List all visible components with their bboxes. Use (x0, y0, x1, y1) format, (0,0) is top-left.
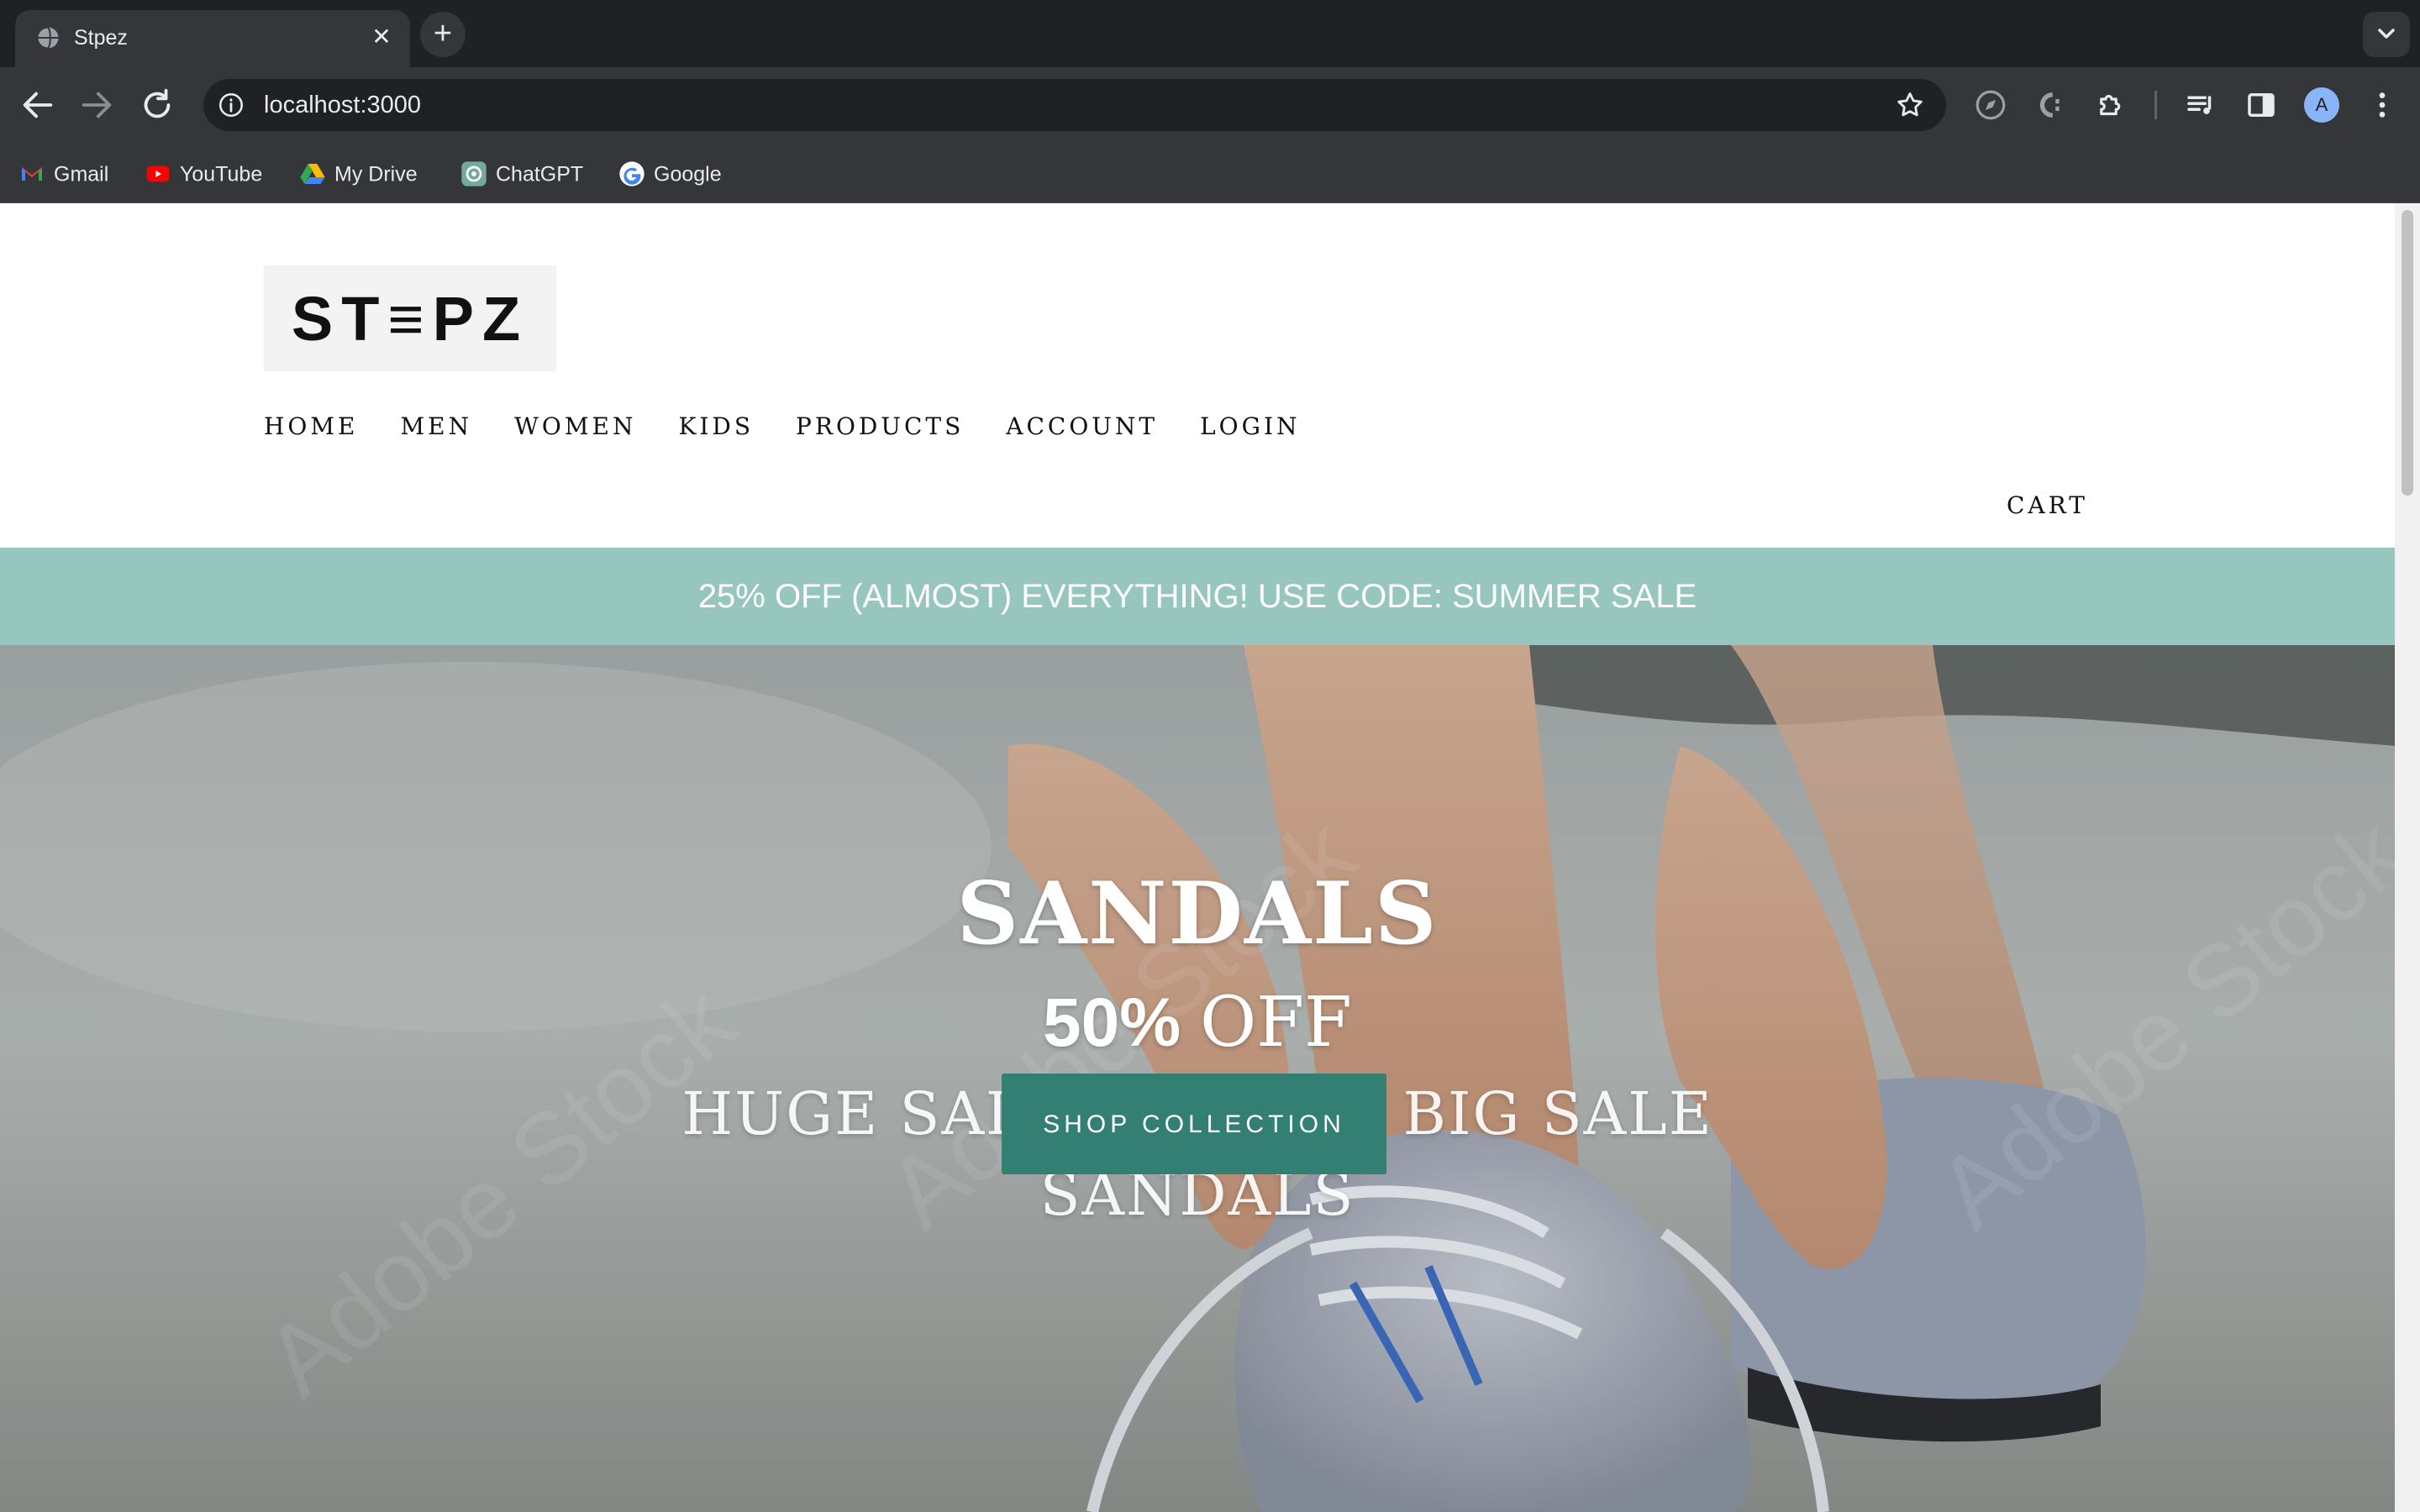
nav-account[interactable]: ACCOUNT (1006, 410, 1158, 444)
nav-products[interactable]: PRODUCTS (796, 410, 964, 444)
hero-discount-percent: 50% (1043, 984, 1181, 1061)
stepz-logo-mark: ST≡PZ (292, 284, 529, 354)
extension-c-icon[interactable] (2033, 87, 2069, 123)
bookmark-youtube[interactable]: YouTube (145, 158, 262, 188)
nav-men[interactable]: MEN (400, 410, 472, 444)
bookmark-my-drive[interactable]: My Drive (299, 158, 418, 188)
site-info-icon[interactable] (217, 91, 245, 119)
nav-kids[interactable]: KIDS (678, 410, 754, 444)
address-bar[interactable]: localhost:3000 (203, 79, 1946, 131)
tab-search-button[interactable] (2363, 12, 2410, 57)
promo-banner: 25% OFF (ALMOST) EVERYTHING! USE CODE: S… (0, 548, 2395, 645)
side-panel-icon[interactable] (2244, 87, 2279, 123)
new-tab-button[interactable]: + (420, 12, 466, 57)
bookmarks-bar: Gmail YouTube My Drive ChatGPT Google (0, 143, 2420, 203)
nav-login[interactable]: LOGIN (1200, 410, 1300, 444)
scrollbar-thumb[interactable] (2402, 210, 2413, 496)
hero-discount: 50% OFF (0, 983, 2395, 1063)
chatgpt-icon (461, 161, 487, 187)
site-logo[interactable]: ST≡PZ (264, 265, 556, 371)
profile-avatar[interactable]: A (2304, 87, 2339, 123)
svg-text:ST≡PZ: ST≡PZ (292, 284, 529, 354)
tab-title: Stpez (74, 26, 128, 50)
youtube-icon (146, 166, 170, 182)
bookmark-gmail[interactable]: Gmail (18, 158, 108, 188)
google-drive-icon (300, 164, 325, 185)
media-queue-icon[interactable] (2183, 87, 2218, 123)
globe-icon (36, 26, 59, 50)
cart-link[interactable]: CART (2007, 489, 2088, 522)
toolbar-divider (2154, 91, 2157, 119)
promo-text: 25% OFF (ALMOST) EVERYTHING! USE CODE: S… (697, 578, 1697, 615)
hero-discount-word: OFF (1199, 983, 1352, 1063)
google-icon (619, 161, 644, 187)
back-icon[interactable] (18, 86, 57, 124)
page-viewport: ST≡PZ HOME MEN WOMEN KIDS PRODUCTS ACCOUNT LOG… (0, 203, 2395, 1512)
bookmark-google[interactable]: Google (618, 158, 722, 188)
shop-collection-button[interactable]: SHOP COLLECTION (1002, 1074, 1386, 1174)
puzzle-icon[interactable] (2094, 87, 2129, 123)
browser-tab-strip: Stpez ✕ + (0, 0, 2420, 67)
forward-icon[interactable] (77, 86, 116, 124)
reload-icon[interactable] (138, 86, 176, 124)
compass-icon[interactable] (1973, 87, 2008, 123)
gmail-icon (22, 167, 42, 181)
browser-tab[interactable]: Stpez ✕ (15, 10, 410, 67)
bookmark-star-icon[interactable] (1894, 89, 1926, 121)
nav-home[interactable]: HOME (264, 410, 358, 444)
chevron-down-icon (2378, 29, 2395, 39)
bookmark-chatgpt[interactable]: ChatGPT (460, 158, 583, 188)
hero-title: SANDALS (956, 864, 1439, 964)
nav-women[interactable]: WOMEN (514, 410, 636, 444)
close-icon[interactable]: ✕ (366, 22, 397, 52)
page-scrollbar[interactable] (2395, 203, 2420, 1512)
main-navigation: HOME MEN WOMEN KIDS PRODUCTS ACCOUNT LOGIN (264, 410, 1343, 444)
kebab-menu-icon[interactable] (2365, 87, 2400, 123)
url-text[interactable]: localhost:3000 (264, 91, 421, 119)
